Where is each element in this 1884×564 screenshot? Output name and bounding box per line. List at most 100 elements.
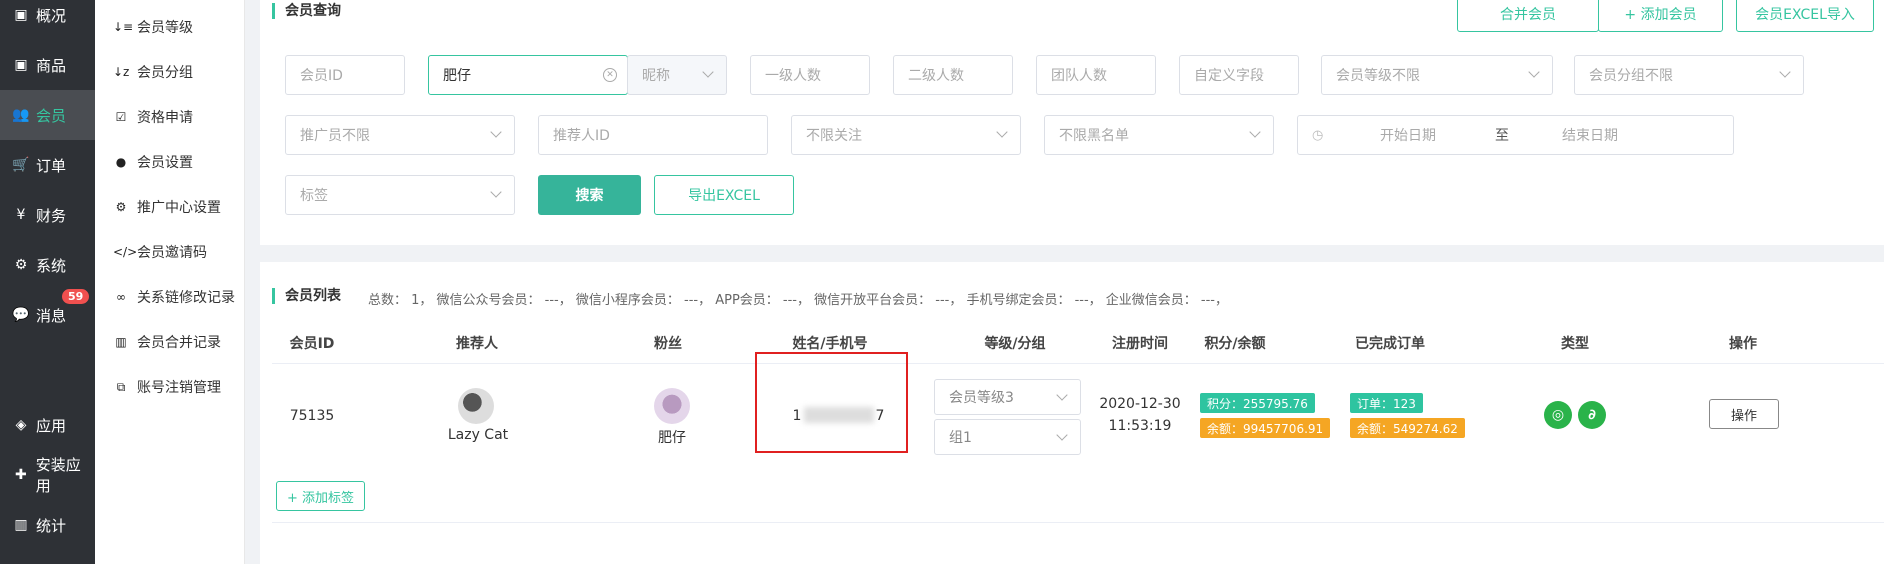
archive-icon: ▣ — [14, 57, 28, 73]
sidebar-item-label: 系统 — [36, 256, 67, 275]
wechat-official-icon: ◎ — [1544, 401, 1572, 429]
date-range-picker[interactable]: ◷ 开始日期 至 结束日期 — [1297, 115, 1734, 155]
import-excel-button[interactable]: 会员EXCEL导入 — [1736, 0, 1874, 32]
user-icon: ● — [115, 155, 127, 169]
reg-time: 11:53:19 — [1108, 418, 1172, 434]
subnav-item-account-cancel[interactable]: ⧉ 账号注销管理 — [95, 367, 245, 407]
follow-select[interactable]: 不限关注 — [791, 115, 1021, 155]
chevron-down-icon — [1249, 126, 1261, 138]
orders-tag: 订单：123 — [1350, 393, 1423, 413]
add-tag-button[interactable]: + 添加标签 — [276, 481, 365, 511]
col-fans: 粉丝 — [654, 336, 682, 352]
sidebar-item-overview[interactable]: ▣ 概况 — [0, 0, 95, 40]
row-level-select[interactable]: 会员等级3 — [934, 379, 1081, 415]
subnav-item-member-settings[interactable]: ● 会员设置 — [95, 142, 245, 182]
gears-icon: ⚙ — [14, 257, 28, 273]
level1-count-input[interactable]: 一级人数 — [750, 55, 870, 95]
sidebar-item-members[interactable]: 👥 会员 — [0, 90, 95, 140]
sidebar-item-label: 会员 — [36, 106, 67, 125]
subnav-item-label: 资格申请 — [137, 110, 193, 126]
sidebar-item-goods[interactable]: ▣ 商品 — [0, 40, 95, 90]
end-date-placeholder: 结束日期 — [1562, 128, 1618, 144]
blacklist-label: 不限黑名单 — [1059, 128, 1129, 144]
nickname-type-select[interactable]: 昵称 — [627, 55, 727, 95]
subnav-item-relation-log[interactable]: ∞ 关系链修改记录 — [95, 277, 245, 317]
clock-icon: ◷ — [1312, 127, 1324, 143]
sidebar-item-label: 统计 — [36, 516, 67, 535]
sidebar-item-system[interactable]: ⚙ 系统 — [0, 240, 95, 290]
tag-label: 标签 — [300, 188, 328, 204]
row-action-button[interactable]: 操作 — [1709, 399, 1779, 429]
subnav-item-label: 推广中心设置 — [137, 200, 221, 216]
sidebar-item-apps[interactable]: ◈ 应用 — [0, 400, 95, 450]
chevron-down-icon — [1528, 66, 1540, 78]
col-completed-orders: 已完成订单 — [1355, 336, 1425, 352]
member-group-select[interactable]: 会员分组不限 — [1574, 55, 1804, 95]
member-subnav: ↓≡ 会员等级 ↓z 会员分组 ☑ 资格申请 ● 会员设置 ⚙ 推广中心设置 </> 会员邀… — [95, 0, 245, 564]
merge-members-button[interactable]: 合并会员 — [1457, 0, 1599, 32]
sidebar-item-label: 安装应用 — [35, 456, 81, 495]
cubes-icon: ◈ — [15, 417, 27, 433]
member-level-label: 会员等级不限 — [1336, 68, 1420, 84]
subnav-item-invite-code[interactable]: </> 会员邀请码 — [95, 232, 245, 272]
sidebar-item-label: 消息 — [36, 306, 67, 325]
link-icon: ∞ — [116, 290, 126, 304]
member-group-label: 会员分组不限 — [1589, 68, 1673, 84]
sidebar-item-install-apps[interactable]: ✚ 安装应用 — [0, 450, 95, 500]
nickname-search-input[interactable]: 肥仔 ✕ — [428, 55, 628, 95]
sort-alpha-icon: ↓z — [113, 65, 130, 79]
add-member-button[interactable]: + 添加会员 — [1598, 0, 1723, 32]
subnav-item-member-group[interactable]: ↓z 会员分组 — [95, 52, 245, 92]
referrer-id-input[interactable]: 推荐人ID — [538, 115, 768, 155]
export-excel-button[interactable]: 导出EXCEL — [654, 175, 794, 215]
col-referrer: 推荐人 — [456, 336, 498, 352]
chevron-down-icon — [1056, 389, 1068, 401]
search-button[interactable]: 搜索 — [538, 175, 641, 215]
blacklist-select[interactable]: 不限黑名单 — [1044, 115, 1274, 155]
tag-select[interactable]: 标签 — [285, 175, 515, 215]
sidebar-item-stats[interactable]: ▥ 统计 — [0, 500, 95, 550]
level2-count-input[interactable]: 二级人数 — [893, 55, 1013, 95]
sort-icon: ↓≡ — [113, 20, 134, 34]
cart-icon: 🛒 — [12, 157, 30, 173]
subnav-item-label: 关系链修改记录 — [137, 290, 235, 306]
sidebar-item-label: 财务 — [36, 206, 67, 225]
chevron-down-icon — [490, 186, 502, 198]
subnav-item-member-level[interactable]: ↓≡ 会员等级 — [95, 7, 245, 47]
col-actions: 操作 — [1729, 336, 1757, 352]
custom-field-input[interactable]: 自定义字段 — [1179, 55, 1299, 95]
subnav-item-promo-settings[interactable]: ⚙ 推广中心设置 — [95, 187, 245, 227]
balance-tag: 余额：99457706.91 — [1200, 418, 1331, 438]
chevron-down-icon — [1779, 66, 1791, 78]
subnav-item-qualification[interactable]: ☑ 资格申请 — [95, 97, 245, 137]
row-group-select[interactable]: 组1 — [934, 419, 1081, 455]
member-level-select[interactable]: 会员等级不限 — [1321, 55, 1553, 95]
col-reg-time: 注册时间 — [1112, 336, 1168, 352]
promoter-select[interactable]: 推广员不限 — [285, 115, 515, 155]
subnav-item-label: 会员等级 — [137, 20, 193, 36]
follow-label: 不限关注 — [806, 128, 862, 144]
query-title: 会员查询 — [272, 3, 341, 19]
nickname-type-label: 昵称 — [642, 68, 670, 84]
yen-icon: ¥ — [16, 207, 26, 223]
list-summary: 总数： 1， 微信公众号会员： ---， 微信小程序会员： ---， APP会员… — [368, 293, 1229, 308]
col-points-balance: 积分/余额 — [1204, 336, 1266, 352]
subnav-item-label: 会员设置 — [137, 155, 193, 171]
col-type: 类型 — [1561, 336, 1589, 352]
row-group-label: 组1 — [949, 430, 972, 446]
team-count-input[interactable]: 团队人数 — [1036, 55, 1156, 95]
member-id-input[interactable]: 会员ID — [285, 55, 405, 95]
row-level-label: 会员等级3 — [949, 390, 1014, 406]
sidebar-item-label: 概况 — [36, 6, 67, 25]
divider — [272, 522, 1884, 523]
referrer-name: Lazy Cat — [447, 427, 509, 443]
clear-icon[interactable]: ✕ — [603, 68, 617, 82]
order-amount-tag: 余额：549274.62 — [1350, 418, 1465, 438]
points-tag: 积分：255795.76 — [1200, 393, 1315, 413]
sidebar-item-orders[interactable]: 🛒 订单 — [0, 140, 95, 190]
comment-icon: 💬 — [12, 307, 30, 323]
subnav-item-merge-log[interactable]: ▥ 会员合并记录 — [95, 322, 245, 362]
bar-chart-icon: ▥ — [115, 335, 127, 349]
sidebar-item-finance[interactable]: ¥ 财务 — [0, 190, 95, 240]
check-square-icon: ☑ — [115, 110, 127, 124]
